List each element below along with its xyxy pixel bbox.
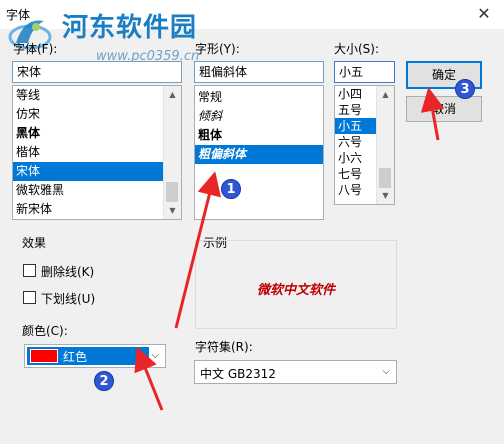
scroll-down-icon[interactable]: ▼ [164, 202, 181, 219]
style-label: 字形(Y): [195, 42, 240, 56]
scroll-up-icon[interactable]: ▲ [377, 86, 394, 103]
list-item[interactable]: 微软雅黑 [13, 181, 181, 200]
list-item[interactable]: 新宋体 [13, 200, 181, 219]
strikeout-checkbox[interactable] [23, 264, 36, 277]
font-list-scrollbar[interactable]: ▲ ▼ [163, 86, 181, 219]
list-item[interactable]: 楷体 [13, 143, 181, 162]
list-item-selected[interactable]: 小五 [335, 118, 377, 134]
chevron-down-icon[interactable]: ⌵ [151, 350, 159, 361]
color-value: 红色 [63, 350, 88, 364]
list-item[interactable]: 黑体 [13, 124, 181, 143]
sample-text: 微软中文软件 [256, 283, 335, 298]
scroll-down-icon[interactable]: ▼ [377, 187, 394, 204]
annotation-marker-3: 3 [455, 79, 475, 99]
style-list[interactable]: 常规 倾斜 粗体 粗偏斜体 [194, 85, 324, 220]
close-button[interactable]: ✕ [470, 3, 498, 25]
sample-preview: 微软中文软件 [195, 240, 397, 329]
script-label: 字符集(R): [195, 340, 253, 354]
scroll-thumb[interactable] [166, 182, 178, 202]
font-input[interactable]: 宋体 [12, 61, 182, 83]
size-list-scrollbar[interactable]: ▲ ▼ [376, 86, 394, 204]
color-label: 颜色(C): [22, 324, 68, 338]
script-select[interactable]: 中文 GB2312 ⌵ [194, 360, 397, 384]
underline-checkbox[interactable] [23, 291, 36, 304]
annotation-marker-2: 2 [94, 371, 114, 391]
list-item-selected[interactable]: 粗偏斜体 [195, 145, 323, 164]
annotation-marker-1: 1 [221, 179, 241, 199]
size-input[interactable]: 小五 [334, 61, 395, 83]
effects-label: 效果 [22, 236, 47, 250]
scroll-thumb[interactable] [379, 168, 391, 188]
color-swatch [30, 349, 58, 363]
list-item[interactable]: 仿宋 [13, 105, 181, 124]
font-label: 字体(F): [13, 42, 58, 56]
list-item[interactable]: 常规 [195, 86, 323, 107]
list-item[interactable]: 等线 [13, 86, 181, 105]
style-input[interactable]: 粗偏斜体 [194, 61, 324, 83]
list-item[interactable]: 粗体 [195, 126, 323, 145]
scroll-up-icon[interactable]: ▲ [164, 86, 181, 103]
chevron-down-icon[interactable]: ⌵ [382, 366, 390, 377]
watermark-title: 河东软件园 [62, 13, 198, 43]
script-value: 中文 GB2312 [200, 367, 276, 381]
color-select[interactable]: 红色 ⌵ [24, 344, 166, 368]
strikeout-label[interactable]: 删除线(K) [41, 263, 94, 280]
cancel-button[interactable]: 取消 [406, 96, 482, 122]
font-list[interactable]: 等线 仿宋 黑体 楷体 宋体 微软雅黑 新宋体 ▲ ▼ [12, 85, 182, 220]
underline-label[interactable]: 下划线(U) [41, 290, 95, 307]
list-item[interactable]: 倾斜 [195, 107, 323, 126]
size-label: 大小(S): [334, 42, 380, 56]
list-item-selected[interactable]: 宋体 [13, 162, 164, 181]
size-list[interactable]: 小四 五号 小五 六号 小六 七号 八号 ▲ ▼ [334, 85, 395, 205]
